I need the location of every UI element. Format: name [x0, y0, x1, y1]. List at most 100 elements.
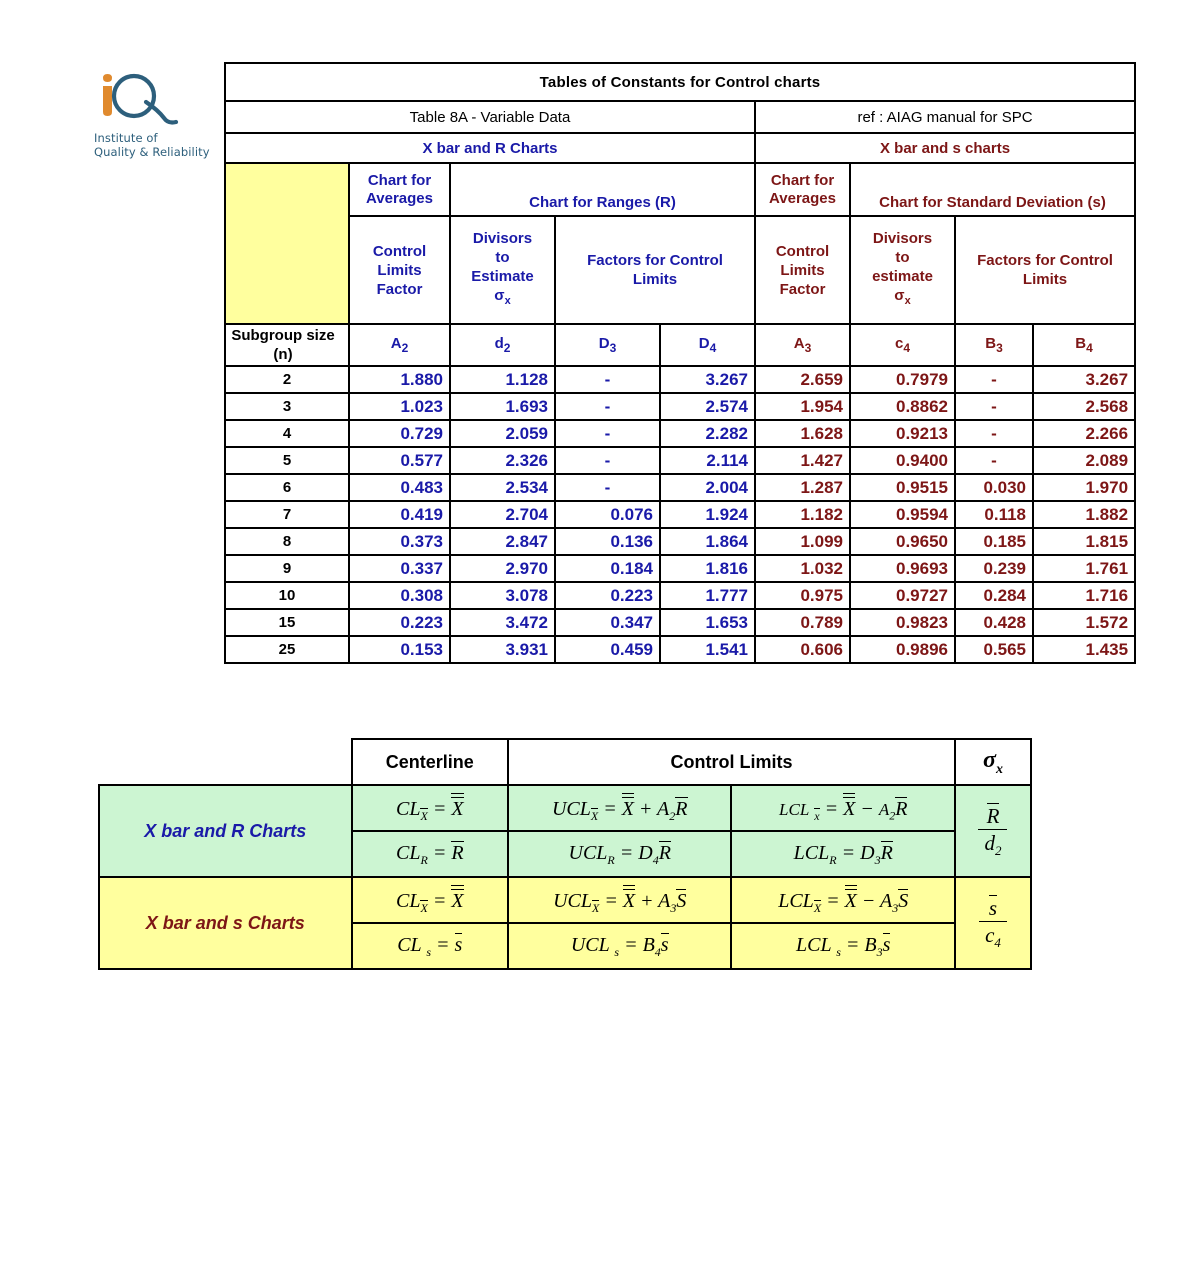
cell-b3: 0.565	[954, 635, 1034, 664]
cell-d2: 1.128	[449, 365, 556, 394]
col-header-a2: A2	[348, 323, 451, 367]
formula-lcl-r: LCLR = D3R	[730, 830, 956, 878]
formula-lcl-xbar-r: LCL x = X − A2R	[730, 784, 956, 832]
col-header-d2: d2	[449, 323, 556, 367]
cell-a3: 0.606	[754, 635, 851, 664]
formula-lcl-s: LCL s = B3s	[730, 922, 956, 970]
table-subtitle: Table 8A - Variable Data	[224, 100, 756, 134]
cell-subgroup-size: 3	[224, 392, 350, 421]
left-chart-family: X bar and R Charts	[224, 132, 756, 164]
cell-d4: 1.777	[659, 581, 756, 610]
table-row: 2 1.880 1.128-3.267 2.659 0.7979-3.267	[224, 365, 1137, 394]
cell-d3: 0.347	[554, 608, 661, 637]
cell-d4: 3.267	[659, 365, 756, 394]
cell-b3: 0.118	[954, 500, 1034, 529]
cell-subgroup-size: 15	[224, 608, 350, 637]
group-header-row: Chart for Averages Chart for Ranges (R) C…	[224, 162, 1137, 325]
col-header-b4: B4	[1031, 323, 1137, 367]
cell-a3: 1.287	[754, 473, 851, 502]
group-left-averages: Chart for Averages	[348, 162, 451, 217]
formula-header-control-limits: Control Limits	[506, 738, 956, 786]
cell-subgroup-size: 7	[224, 500, 350, 529]
cell-d3: 0.136	[554, 527, 661, 556]
cell-b4: 1.815	[1031, 527, 1137, 556]
logo-line-2: Quality & Reliability	[94, 145, 210, 159]
cell-d4: 2.282	[659, 419, 756, 448]
cell-b4: 1.572	[1031, 608, 1137, 637]
cell-b3: -	[954, 365, 1034, 394]
cell-subgroup-size: 4	[224, 419, 350, 448]
formula-header-row: Centerline Control Limits σx	[99, 738, 1033, 786]
subhdr-a3: Control Limits Factor	[754, 215, 851, 325]
cell-b4: 1.716	[1031, 581, 1137, 610]
cell-d2: 2.326	[449, 446, 556, 475]
cell-a2: 0.308	[348, 581, 451, 610]
cell-a2: 0.483	[348, 473, 451, 502]
cell-subgroup-size: 25	[224, 635, 350, 664]
table-row: 10 0.308 3.078 0.223 1.777 0.975 0.9727 0.284 1.…	[224, 581, 1137, 610]
page-title: Tables of Constants for Control charts	[223, 62, 1137, 102]
cell-c4: 0.8862	[849, 392, 956, 421]
formula-ucl-s: UCL s = B4s	[506, 922, 733, 970]
subhdr-d2: Divisors to Estimate σx	[449, 215, 556, 325]
organization-logo: Institute of Quality & Reliability	[94, 72, 224, 159]
formula-ucl-xbar-r: UCLX = X + A2R	[506, 784, 733, 832]
cell-d2: 3.472	[449, 608, 556, 637]
cell-b3: -	[954, 419, 1034, 448]
cell-b4: 1.882	[1031, 500, 1137, 529]
cell-d2: 2.059	[449, 419, 556, 448]
subhdr-c4: Divisors to estimate σx	[849, 215, 956, 325]
cell-c4: 0.9693	[849, 554, 956, 583]
formula-row-xbar-r-1: X bar and R Charts CLX = X UCLX = X + A2…	[98, 784, 1033, 878]
cell-d2: 3.931	[449, 635, 556, 664]
logo-line-1: Institute of	[94, 131, 158, 145]
cell-d4: 2.574	[659, 392, 756, 421]
cell-b3: 0.239	[954, 554, 1034, 583]
cell-d2: 2.534	[449, 473, 556, 502]
reference-note: ref : AIAG manual for SPC	[753, 100, 1137, 134]
title-row: Tables of Constants for Control charts	[223, 62, 1137, 102]
table-row: 15 0.223 3.472 0.347 1.653 0.789 0.9823 0.428 1.…	[224, 608, 1137, 637]
cell-b4: 1.435	[1031, 635, 1137, 664]
cell-a2: 1.880	[348, 365, 451, 394]
subtitle-row: Table 8A - Variable Data ref : AIAG manu…	[224, 100, 1137, 134]
formula-ucl-r: UCLR = D4R	[506, 830, 733, 878]
cell-a2: 0.153	[348, 635, 451, 664]
group-left-ranges: Chart for Ranges (R)	[449, 162, 756, 217]
cell-b3: -	[954, 446, 1034, 475]
formula-ucl-xbar-s: UCLX = X + A3S	[506, 876, 733, 924]
formula-row-xbar-s-1: X bar and s Charts CLX = X UCLX = X + A3…	[98, 876, 1033, 970]
cell-b4: 2.266	[1031, 419, 1137, 448]
cell-a2: 0.419	[348, 500, 451, 529]
cell-a3: 1.099	[754, 527, 851, 556]
cell-c4: 0.9594	[849, 500, 956, 529]
cell-d2: 1.693	[449, 392, 556, 421]
subgroup-size-line1: Subgroup size	[231, 327, 335, 344]
table-row: 3 1.023 1.693-2.574 1.954 0.8862-2.568	[224, 392, 1137, 421]
formula-sigma-xbar-r: Rd2	[953, 784, 1033, 878]
cell-subgroup-size: 5	[224, 446, 350, 475]
cell-a3: 1.032	[754, 554, 851, 583]
cell-d2: 3.078	[449, 581, 556, 610]
table-row: 7 0.419 2.704 0.076 1.924 1.182 0.9594 0.118 1.8…	[224, 500, 1137, 529]
cell-d4: 1.816	[659, 554, 756, 583]
cell-c4: 0.9727	[849, 581, 956, 610]
cell-a3: 0.789	[754, 608, 851, 637]
sub-header-row: Control Limits Factor Divisors to Estimate σx…	[225, 215, 1137, 325]
iq-monogram-icon	[103, 73, 179, 125]
cell-d3: -	[554, 365, 661, 394]
formula-corner-spacer	[99, 739, 352, 785]
cell-c4: 0.9400	[849, 446, 956, 475]
cell-b4: 2.568	[1031, 392, 1137, 421]
table-row: 8 0.373 2.847 0.136 1.864 1.099 0.9650 0.185 1.8…	[224, 527, 1137, 556]
cell-d3: -	[554, 473, 661, 502]
cell-d2: 2.847	[449, 527, 556, 556]
cell-d3: -	[554, 446, 661, 475]
cell-d3: 0.459	[554, 635, 661, 664]
cell-d3: -	[554, 419, 661, 448]
chart-family-row: X bar and R Charts X bar and s charts	[224, 132, 1137, 164]
cell-d4: 1.924	[659, 500, 756, 529]
cell-c4: 0.9213	[849, 419, 956, 448]
cell-a3: 1.954	[754, 392, 851, 421]
cell-a2: 0.373	[348, 527, 451, 556]
